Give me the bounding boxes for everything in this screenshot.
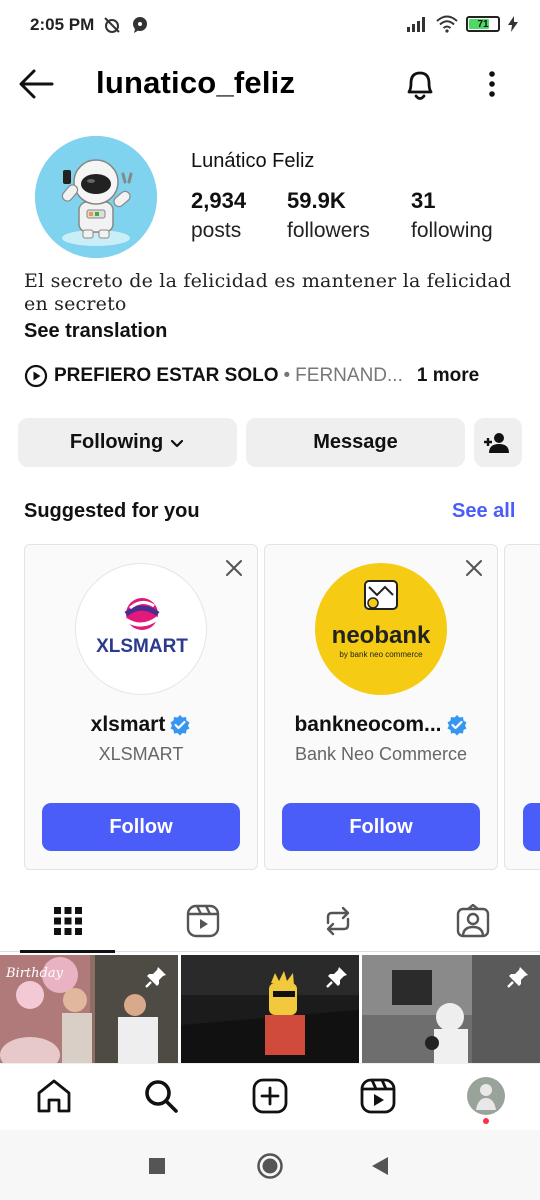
profile-music[interactable]: PREFIERO ESTAR SOLO • FERNAND... 1 more [24, 363, 524, 389]
following-button[interactable]: Following [18, 418, 237, 467]
nav-home[interactable] [34, 1076, 74, 1116]
home-icon [37, 1079, 71, 1113]
reels-icon [186, 904, 219, 938]
bell-icon [407, 71, 433, 100]
nav-search[interactable] [141, 1076, 181, 1116]
more-options-button[interactable] [478, 64, 506, 104]
neobank-avatar[interactable]: neobank by bank neo commerce [315, 563, 447, 695]
suggestion-fullname: Bank Neo Commerce [294, 744, 468, 764]
nav-create[interactable] [250, 1076, 290, 1116]
follow-button[interactable]: Follow [282, 803, 480, 851]
followers-stat[interactable]: 59.9K followers [287, 188, 370, 243]
posts-stat[interactable]: 2,934 posts [191, 188, 246, 243]
profile-avatar-icon [467, 1077, 505, 1115]
play-circle-icon [24, 364, 48, 388]
profile-avatar[interactable] [35, 136, 157, 258]
grid-icon [53, 907, 82, 935]
reposts-icon [326, 906, 349, 936]
following-stat[interactable]: 31 following [411, 188, 493, 243]
arrow-left-icon [19, 69, 54, 99]
tab-reels[interactable] [135, 890, 270, 952]
status-bar: 2:05 PM 71 [0, 0, 540, 52]
back-system-button[interactable] [364, 1150, 396, 1182]
xlsmart-logo: XLSMART [96, 598, 188, 657]
notification-dot-icon [483, 1118, 489, 1124]
profile-bio: El secreto de la felicidad es mantener l… [24, 270, 512, 315]
suggested-title: Suggested for you [24, 500, 200, 522]
profile-header: lunatico_feliz [0, 52, 540, 114]
follow-button[interactable] [523, 803, 540, 851]
astronaut-illustration [35, 136, 157, 258]
chevron-down-icon [171, 439, 184, 447]
verified-badge-icon [170, 715, 190, 736]
charging-icon [508, 16, 518, 32]
message-button[interactable]: Message [246, 418, 465, 467]
post-thumbnail[interactable] [181, 955, 359, 1063]
profile-tabs [0, 890, 540, 952]
xlsmart-avatar[interactable]: XLSMART [75, 563, 207, 695]
reels-icon [360, 1078, 396, 1114]
battery-indicator: 71 [466, 16, 500, 32]
svg-text:neobank: neobank [332, 622, 431, 649]
close-icon [226, 560, 242, 576]
tab-reposts[interactable] [270, 890, 405, 952]
pin-icon [326, 967, 347, 988]
system-navigation [0, 1130, 540, 1200]
suggestion-card[interactable]: XLSMART xlsmart XLSMART Follow [24, 544, 258, 870]
chat-bubble-icon [133, 17, 147, 33]
music-title: PREFIERO ESTAR SOLO [54, 365, 279, 386]
see-all-link[interactable]: See all [452, 500, 515, 523]
suggestion-fullname: XLSMART [98, 744, 184, 764]
suggestion-card[interactable]: neobank by bank neo commerce bankneocom.… [264, 544, 498, 870]
svg-text:Birthday: Birthday [5, 966, 64, 981]
post-thumbnail[interactable] [362, 955, 540, 1063]
post-thumbnail[interactable]: Birthday [0, 955, 178, 1063]
display-name: Lunático Feliz [191, 150, 315, 172]
pin-icon [145, 967, 166, 988]
back-button[interactable] [16, 66, 56, 102]
plus-square-icon [252, 1078, 288, 1114]
posts-grid: Birthday [0, 955, 540, 1063]
triangle-back-icon [372, 1157, 388, 1175]
see-translation-link[interactable]: See translation [24, 320, 167, 343]
dismiss-suggestion-button[interactable] [223, 557, 245, 579]
signal-icon [407, 17, 425, 32]
svg-text:XLSMART: XLSMART [96, 636, 188, 657]
music-more-link[interactable]: 1 more [417, 365, 479, 387]
search-icon [145, 1080, 178, 1113]
tab-tagged[interactable] [405, 890, 540, 952]
wifi-icon [436, 15, 458, 33]
verified-badge-icon [447, 715, 467, 736]
add-person-icon [484, 432, 509, 453]
suggestion-name[interactable]: bankneocom... [265, 713, 497, 737]
notifications-button[interactable] [400, 64, 440, 104]
nav-reels[interactable] [358, 1076, 398, 1116]
tagged-icon [456, 904, 489, 938]
bottom-navigation [0, 1063, 540, 1129]
circle-icon [257, 1153, 283, 1179]
follow-button[interactable]: Follow [42, 803, 240, 851]
svg-text:by bank neo commerce: by bank neo commerce [339, 650, 423, 659]
profile-username: lunatico_feliz [96, 65, 296, 100]
more-vertical-icon [489, 71, 495, 97]
status-time: 2:05 PM [30, 15, 95, 34]
recents-button[interactable] [141, 1150, 173, 1182]
close-icon [466, 560, 482, 576]
music-artist: FERNAND... [295, 365, 403, 386]
home-button[interactable] [254, 1150, 286, 1182]
suggest-people-button[interactable] [474, 418, 522, 467]
tab-posts-grid[interactable] [0, 890, 135, 952]
nav-profile[interactable] [466, 1076, 506, 1116]
suggestion-name[interactable]: xlsmart [25, 713, 257, 737]
neobank-logo: neobank by bank neo commerce [332, 580, 431, 659]
music-separator: • [283, 365, 291, 386]
square-icon [149, 1158, 165, 1174]
dismiss-suggestion-button[interactable] [463, 557, 485, 579]
pin-icon [507, 967, 528, 988]
active-tab-indicator [20, 950, 115, 953]
suggestion-card-partial[interactable] [504, 544, 540, 870]
alarm-off-icon [104, 17, 120, 33]
